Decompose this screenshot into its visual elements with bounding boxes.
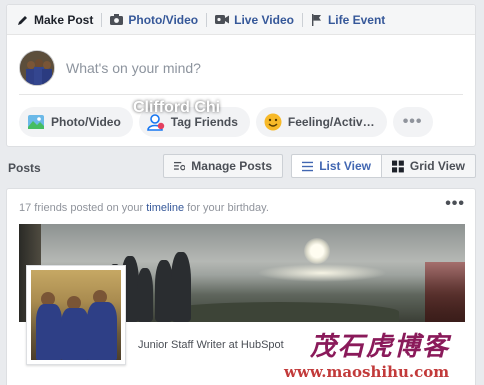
flag-icon (311, 13, 321, 26)
pencil-icon (18, 15, 27, 25)
profile-photo (31, 270, 121, 360)
smiley-icon (264, 113, 282, 131)
status-input[interactable]: What's on your mind? (66, 60, 201, 76)
grid-view-icon (392, 160, 404, 172)
cover-sun (304, 238, 330, 264)
post-intro: 17 friends posted on your timeline for y… (19, 202, 269, 214)
tab-life-event[interactable]: Life Event (303, 5, 393, 35)
video-camera-icon (215, 15, 230, 24)
tab-life-event-label: Life Event (327, 12, 386, 27)
photo-video-button-label: Photo/Video (51, 115, 121, 129)
manage-posts-button[interactable]: Manage Posts (163, 154, 283, 178)
composer-tabs: Make Post Photo/Video Live Video Life Ev… (7, 5, 475, 35)
tab-photo-video[interactable]: Photo/Video (102, 5, 206, 35)
grid-view-button[interactable]: Grid View (381, 154, 476, 178)
list-view-button[interactable]: List View (291, 154, 382, 178)
list-view-icon (302, 161, 314, 171)
tab-make-post-label: Make Post (34, 12, 94, 27)
more-actions-button[interactable]: ••• (392, 107, 433, 137)
posts-heading: Posts (8, 161, 41, 175)
profile-job-title: Junior Staff Writer at HubSpot (138, 339, 284, 351)
cover-grass (425, 262, 465, 322)
tab-photo-video-label: Photo/Video (128, 12, 199, 27)
tab-live-video-label: Live Video (234, 12, 294, 27)
cover-sea-glow (257, 264, 387, 282)
avatar[interactable] (19, 49, 55, 86)
photo-video-button[interactable]: Photo/Video (19, 107, 133, 137)
manage-posts-label: Manage Posts (191, 159, 272, 173)
feeling-activity-button[interactable]: Feeling/Activ… (255, 107, 387, 137)
manage-posts-icon (174, 161, 186, 171)
post-composer: Make Post Photo/Video Live Video Life Ev… (6, 4, 476, 147)
timeline-link[interactable]: timeline (146, 202, 184, 214)
photo-icon (28, 115, 44, 129)
composer-actions: Photo/Video Tag Friends Feeling/Activ… •… (19, 107, 433, 137)
watermark-text: 茂石虎博客 (310, 332, 451, 362)
watermark-url: www.maoshihu.com (284, 363, 450, 381)
post-intro-suffix: for your birthday. (184, 202, 269, 214)
grid-view-label: Grid View (409, 159, 465, 173)
status-input-row[interactable]: What's on your mind? (19, 41, 463, 95)
post-options-icon[interactable]: ••• (445, 195, 465, 213)
avatar-photo (20, 50, 54, 85)
camera-icon (110, 14, 124, 25)
list-view-label: List View (319, 159, 371, 173)
tab-make-post[interactable]: Make Post (15, 5, 101, 35)
profile-picture[interactable] (26, 265, 126, 365)
tag-friends-button-label: Tag Friends (170, 115, 238, 129)
tab-live-video[interactable]: Live Video (207, 5, 302, 35)
feeling-activity-button-label: Feeling/Activ… (287, 115, 375, 129)
profile-name[interactable]: Clifford Chi (133, 99, 220, 117)
post-intro-prefix: 17 friends posted on your (19, 202, 147, 214)
more-icon: ••• (402, 113, 423, 130)
